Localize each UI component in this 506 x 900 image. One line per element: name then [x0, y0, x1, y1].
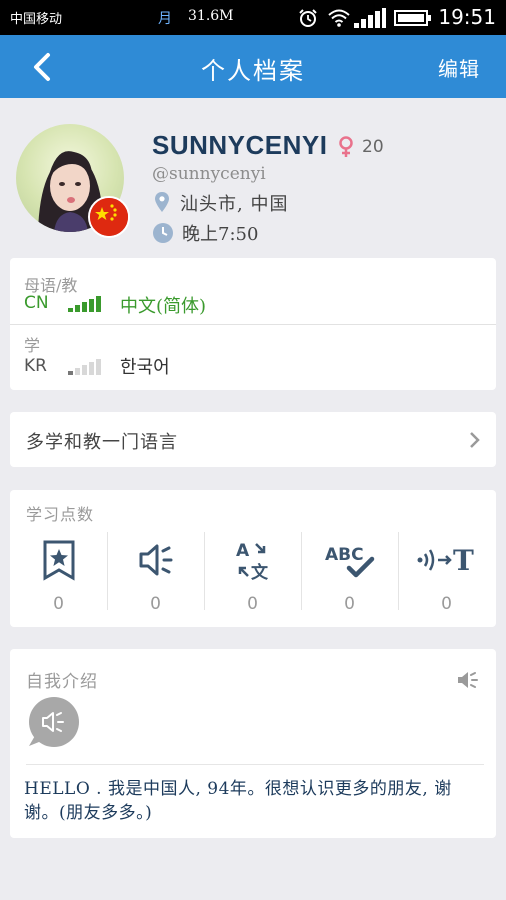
native-language-code: CN: [24, 293, 49, 313]
female-gender-icon: [339, 136, 353, 157]
languages-card[interactable]: 母语/教 CN 中文(简体) 学 KR 한국어: [10, 258, 496, 390]
divider: [26, 764, 484, 765]
add-language-label: 多学和教一门语言: [26, 432, 178, 453]
bookmark-star-icon: [43, 540, 74, 581]
points-corrections[interactable]: ABC 0: [301, 530, 398, 620]
app-bar: 个人档案 编辑: [0, 35, 506, 98]
svg-text:ABC: ABC: [325, 545, 364, 565]
self-introduction-header: 自我介绍: [26, 672, 98, 692]
clock-icon: [153, 223, 173, 243]
points-pronunciation[interactable]: 0: [107, 530, 204, 620]
learning-language-name: 한국어: [120, 357, 170, 378]
moon-icon: 月: [158, 11, 172, 27]
spellcheck-abc-icon: ABC: [325, 545, 374, 578]
local-time: 晚上7:50: [182, 224, 259, 245]
translate-icon: A 文: [236, 541, 269, 580]
speaker-record-icon[interactable]: [456, 669, 480, 691]
self-introduction-text: HELLO . 我是中国人, 94年。很想认识更多的朋友, 谢谢。(朋友多多。): [24, 779, 452, 823]
learning-points-header: 学习点数: [26, 505, 95, 524]
battery-icon: [394, 10, 431, 26]
location: 汕头市, 中国: [180, 194, 289, 215]
status-time: 19:51: [438, 5, 496, 29]
learning-language-label: 学: [24, 336, 41, 355]
add-language-row[interactable]: 多学和教一门语言: [10, 412, 496, 467]
learning-points-card: 学习点数 0 0 A 文 0 ABC 0 T 0: [10, 490, 496, 627]
svg-text:A: A: [236, 541, 250, 561]
points-value: 0: [441, 594, 452, 614]
divider: [10, 324, 496, 325]
speaker-icon: [139, 544, 172, 576]
user-handle: @sunnycenyi: [152, 164, 266, 184]
username: SUNNYCENYI: [152, 130, 328, 160]
points-value: 0: [344, 594, 355, 614]
learning-language-code: KR: [24, 356, 47, 376]
points-value: 0: [53, 594, 64, 614]
points-translation[interactable]: A 文 0: [204, 530, 301, 620]
china-flag-icon: [88, 196, 130, 238]
native-language-name: 中文(简体): [120, 296, 207, 317]
learning-proficiency-bars-icon: [68, 359, 101, 375]
alarm-icon: [299, 9, 317, 27]
wifi-icon: [328, 9, 350, 27]
location-pin-icon: [155, 192, 169, 212]
points-bookmarks[interactable]: 0: [10, 530, 107, 620]
points-transliteration[interactable]: T 0: [398, 530, 495, 620]
points-value: 0: [247, 594, 258, 614]
page-title: 个人档案: [201, 57, 305, 85]
transliterate-icon: T: [417, 544, 474, 577]
voice-intro-bubble-icon[interactable]: [26, 696, 80, 750]
age: 20: [362, 137, 384, 157]
points-value: 0: [150, 594, 161, 614]
signal-icon: [354, 8, 386, 28]
svg-text:T: T: [453, 544, 474, 577]
carrier-name: 中国移动: [10, 12, 63, 27]
edit-button[interactable]: 编辑: [438, 53, 480, 82]
data-speed: 31.6M: [188, 8, 234, 24]
chevron-right-icon: [470, 432, 480, 448]
status-bar: 中国移动 月 31.6M 19:51: [0, 0, 506, 35]
self-introduction-card: 自我介绍 HELLO . 我是中国人, 94年。很想认识更多的朋友, 谢谢。(朋…: [10, 649, 496, 838]
native-proficiency-bars-icon: [68, 296, 101, 312]
svg-text:文: 文: [251, 562, 269, 580]
